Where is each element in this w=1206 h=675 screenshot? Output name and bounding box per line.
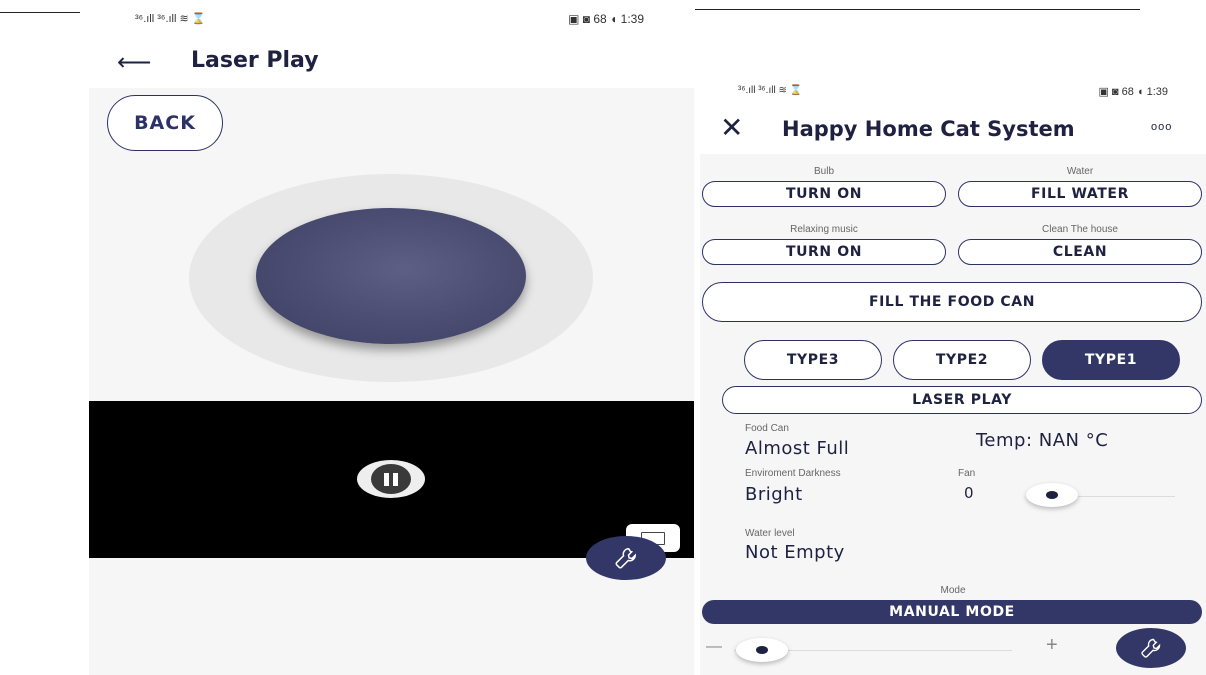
bottom-slider-knob[interactable]: [736, 638, 788, 662]
type3-button[interactable]: TYPE3: [744, 340, 882, 380]
music-label: Relaxing music: [790, 224, 858, 235]
fan-slider-knob[interactable]: [1026, 483, 1078, 507]
mode-label: Mode: [940, 585, 966, 596]
temperature-value: Temp: NAN °C: [976, 430, 1109, 451]
more-dots-icon[interactable]: ooo: [1151, 121, 1172, 133]
status-bar: ³⁶.ıll ³⁶.ıll ≋ ⌛ ▣ ◙ 68 ◖ 1:39: [89, 0, 694, 42]
darkness-value: Bright: [745, 484, 803, 505]
status-bar: ³⁶.ıll ³⁶.ıll ≋ ⌛ ▣ ◙ 68 ◖ 1:39: [700, 70, 1206, 110]
slider-plus[interactable]: +: [1046, 634, 1058, 657]
slider-minus[interactable]: —: [706, 638, 722, 656]
status-signal: ³⁶.ıll ³⁶.ıll ≋ ⌛: [135, 13, 206, 25]
clean-button[interactable]: CLEAN: [958, 239, 1202, 265]
control-panel: Bulb TURN ON Water FILL WATER Relaxing m…: [700, 154, 1206, 675]
music-turn-on-button[interactable]: TURN ON: [702, 239, 946, 265]
bulb-turn-on-button[interactable]: TURN ON: [702, 181, 946, 207]
bulb-label: Bulb: [813, 166, 834, 177]
page-title: Happy Home Cat System: [782, 117, 1075, 141]
water-level-label: Water level: [745, 528, 795, 539]
back-button[interactable]: BACK: [107, 95, 223, 151]
water-label: Water: [1066, 166, 1094, 177]
laser-play-button[interactable]: LASER PLAY: [722, 386, 1202, 414]
type1-button[interactable]: TYPE1: [1042, 340, 1180, 380]
water-level-value: Not Empty: [745, 542, 845, 563]
clean-label: Clean The house: [1042, 224, 1118, 235]
type2-button[interactable]: TYPE2: [893, 340, 1031, 380]
laser-content: BACK: [89, 88, 694, 675]
status-time: ▣ ◙ 68 ◖ 1:39: [568, 12, 644, 26]
manual-mode-button[interactable]: MANUAL MODE: [702, 600, 1202, 624]
darkness-label: Enviroment Darkness: [745, 468, 841, 479]
video-player[interactable]: [89, 401, 694, 558]
close-icon[interactable]: ✕: [720, 114, 743, 142]
food-can-label: Food Can: [745, 423, 789, 434]
app-bar: ⟵ Laser Play: [89, 42, 694, 88]
fan-label: Fan: [958, 468, 976, 479]
wrench-icon: [615, 548, 636, 569]
food-can-value: Almost Full: [745, 438, 850, 459]
top-rule-right: [695, 9, 1140, 10]
page-title: Laser Play: [191, 48, 319, 73]
wrench-icon: [1141, 638, 1161, 658]
laser-play-screen: ³⁶.ıll ³⁶.ıll ≋ ⌛ ▣ ◙ 68 ◖ 1:39 ⟵ Laser …: [89, 0, 694, 675]
top-rule-left: [0, 12, 80, 13]
settings-fab[interactable]: [586, 536, 666, 580]
settings-fab[interactable]: [1116, 628, 1186, 668]
back-arrow-icon[interactable]: ⟵: [117, 48, 151, 76]
status-time: ▣ ◙ 68 ◖ 1:39: [1098, 86, 1168, 98]
fill-food-can-button[interactable]: FILL THE FOOD CAN: [702, 282, 1202, 322]
fan-value: 0: [964, 484, 975, 502]
app-bar: ✕ Happy Home Cat System ooo: [700, 110, 1206, 154]
fill-water-button[interactable]: FILL WATER: [958, 181, 1202, 207]
status-signal: ³⁶.ıll ³⁶.ıll ≋ ⌛: [738, 85, 803, 96]
pause-icon: [371, 464, 411, 494]
cat-system-screen: ³⁶.ıll ³⁶.ıll ≋ ⌛ ▣ ◙ 68 ◖ 1:39 ✕ Happy …: [700, 70, 1206, 675]
joystick-knob[interactable]: [256, 208, 526, 344]
pause-button[interactable]: [357, 460, 425, 498]
